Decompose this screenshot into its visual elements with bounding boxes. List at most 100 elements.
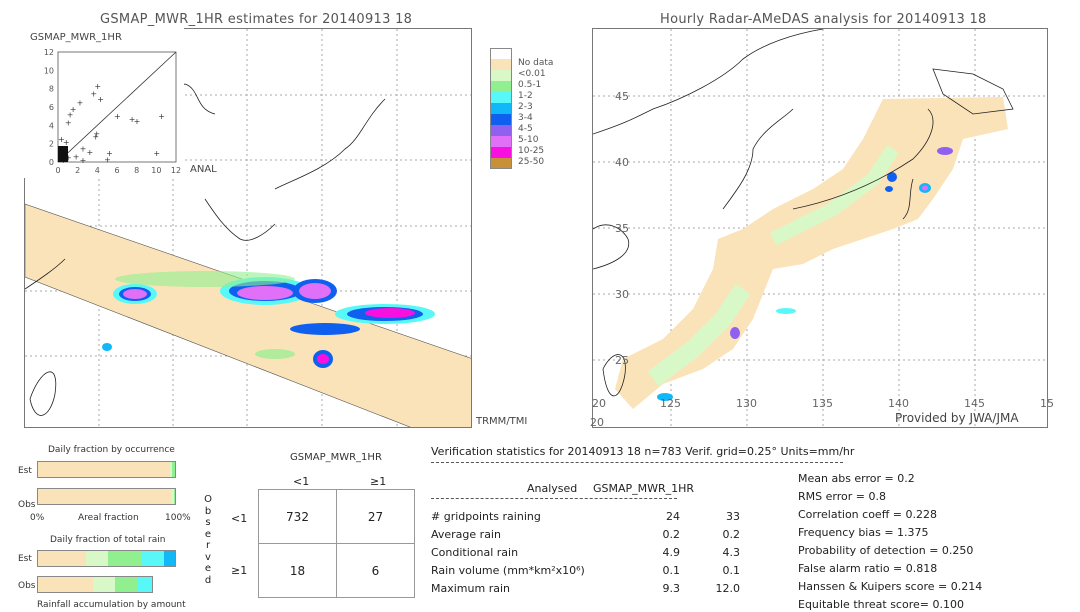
scatter-point: + [63,138,70,147]
bar-segment [173,489,175,504]
occurrence-obs-bar [37,488,176,505]
scatter-point: + [80,156,87,165]
stat-gsmap: 0.1 [722,564,741,577]
stat-label: # gridpoints raining [431,510,541,523]
occurrence-axis-left: 0% [30,513,45,523]
right-map: Provided by JWA/JMA [592,28,1048,428]
scatter-y-tick: 0 [49,158,54,167]
scatter-point: + [77,98,84,107]
legend-label: No data [518,58,554,68]
longitude-label: 15 [1040,397,1054,410]
longitude-label: 140 [888,397,909,410]
latitude-label: 20 [590,416,604,429]
stat-gsmap: 4.3 [722,546,741,559]
scatter-x-tick: 8 [134,166,139,175]
score-row: Probability of detection = 0.250 [798,544,974,557]
scatter-point: + [65,119,72,128]
bar-segment [107,551,143,566]
legend-label: 0.5-1 [518,80,542,90]
occurrence-axis-right: 100% [165,513,191,523]
scatter-inset: GSMAP_MWR_1HR ++++++++++++++++++++++++++… [24,28,184,178]
legend-label: 1-2 [518,91,533,101]
bar-segment [172,462,175,477]
scatter-point: + [134,117,141,126]
scatter-point: + [70,105,77,114]
scatter-point: + [158,112,165,121]
stat-gsmap: 12.0 [715,582,741,595]
legend-label: 3-4 [518,113,533,123]
inset-x-label: ANAL [190,164,217,175]
legend-swatch [490,125,512,136]
scatter-point: + [104,155,111,164]
scatter-y-tick: 12 [44,48,54,57]
latitude-label: 35 [615,222,629,235]
score-row: Hanssen & Kuipers score = 0.214 [798,580,983,593]
scatter-x-tick: 0 [55,166,60,175]
score-row: Correlation coeff = 0.228 [798,508,937,521]
scatter-x-tick: 4 [95,166,100,175]
scatter-x-tick: 2 [75,166,80,175]
verification-header: Verification statistics for 20140913 18 … [431,445,855,458]
observed-letter: s [205,517,211,528]
bar-segment [142,551,164,566]
bar-segment [38,489,171,504]
legend-label: <0.01 [518,69,546,79]
score-row: Equitable threat score= 0.100 [798,598,964,611]
bar-segment [114,577,139,592]
bar-segment [138,577,152,592]
scatter-y-tick: 4 [49,121,54,130]
occurrence-est-bar [37,461,176,478]
stat-label: Maximum rain [431,582,510,595]
scatter-x-tick: 6 [114,166,119,175]
observed-letter: e [204,528,212,540]
score-row: Frequency bias = 1.375 [798,526,929,539]
credit-label: Provided by JWA/JMA [895,411,1019,425]
legend-swatch [490,70,512,81]
cell-obs-ge1-est-ge1: 6 [336,543,415,598]
latitude-label: 25 [615,354,629,367]
cell-obs-ge1-est-lt1: 18 [258,543,337,598]
latitude-label: 45 [615,90,629,103]
bar-segment [38,462,170,477]
contingency-title: GSMAP_MWR_1HR [290,452,382,463]
longitude-label: 145 [964,397,985,410]
stat-gsmap: 0.2 [722,528,741,541]
observed-letter: d [204,574,212,586]
score-row: Mean abs error = 0.2 [798,472,915,485]
legend-label: 5-10 [518,135,539,145]
stat-label: Rain volume (mm*km²x10⁶) [431,564,585,577]
scatter-y-tick: 10 [44,66,54,75]
cell-obs-lt1-est-ge1: 27 [336,489,415,544]
right-map-canvas [593,29,1047,427]
scatter-point: + [94,82,101,91]
scatter-point: + [80,144,87,153]
scatter-point: + [86,148,93,157]
scatter-point: + [97,95,104,104]
scatter-x-tick: 10 [151,166,161,175]
legend-swatch [490,147,512,158]
columns-divider [431,498,677,499]
score-row: False alarm ratio = 0.818 [798,562,938,575]
longitude-label: 125 [660,397,681,410]
scatter-dense-cluster [58,146,68,162]
contingency-col-header-ge1: ≥1 [370,475,387,488]
total-rain-obs-bar [37,576,153,593]
stat-analysed: 0.1 [662,564,681,577]
cell-obs-lt1-est-lt1: 732 [258,489,337,544]
total-rain-est-bar [37,550,176,567]
legend-swatch [490,48,512,59]
contingency-row-header-lt1: <1 [231,512,248,525]
stat-label: Conditional rain [431,546,519,559]
legend-swatch [490,136,512,147]
observed-letter: O [204,494,212,505]
latitude-label: 30 [615,288,629,301]
legend-swatch [490,114,512,125]
total-rain-est-label: Est [18,554,32,564]
col-analysed: Analysed [527,482,578,495]
legend-swatch [490,158,512,169]
observed-letter: r [205,540,211,551]
total-rain-title: Daily fraction of total rain [50,535,166,545]
bar-segment [92,577,115,592]
scatter-y-tick: 2 [49,140,54,149]
stat-gsmap: 33 [726,510,740,523]
